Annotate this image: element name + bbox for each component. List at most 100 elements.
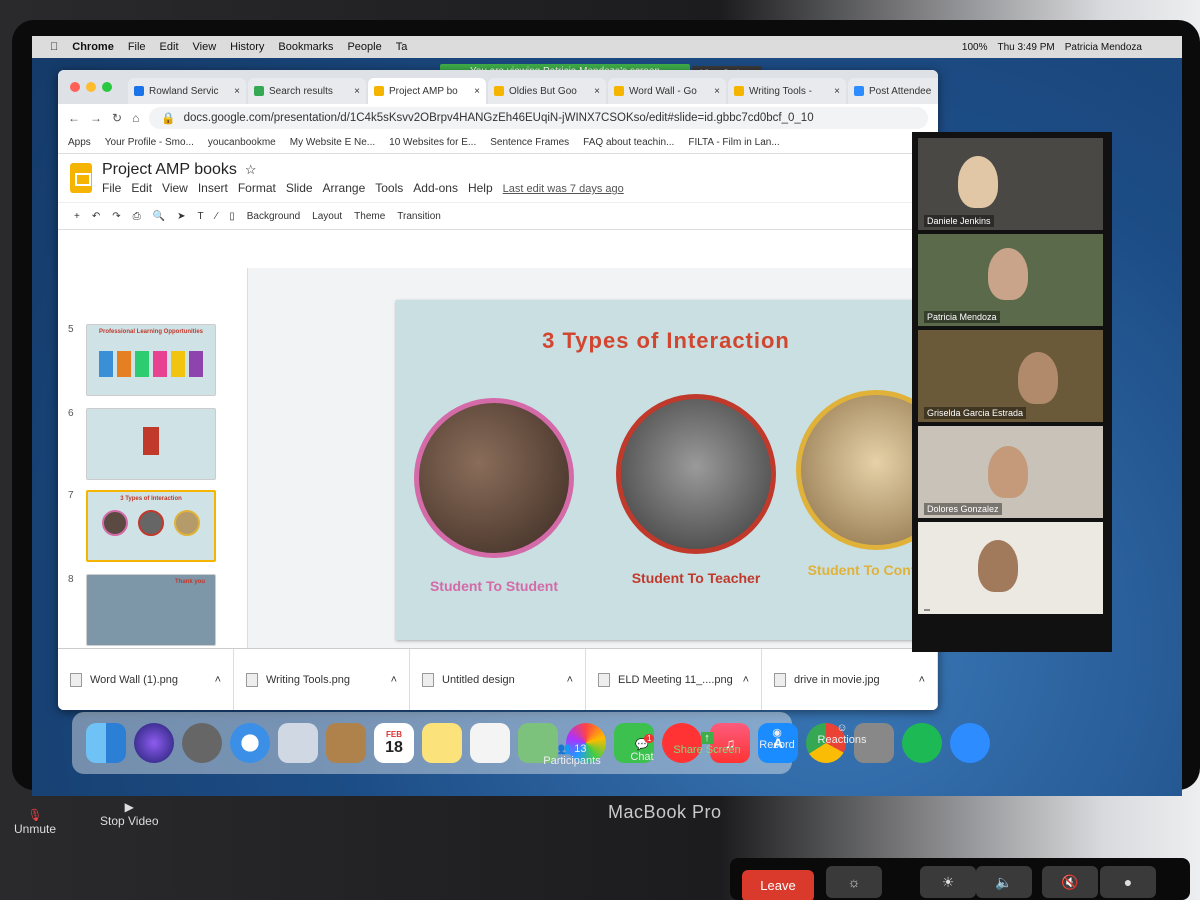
participant-tile[interactable]: Daniele Jenkins	[918, 138, 1103, 230]
menu-format[interactable]: Format	[238, 181, 276, 195]
zoom-icon[interactable]	[950, 723, 990, 763]
undo-icon[interactable]: ↶	[92, 211, 100, 222]
filmstrip-item[interactable]: 8 Thank you	[68, 574, 216, 646]
stop-video-button[interactable]: ▶ Stop Video	[100, 800, 159, 828]
menu-people[interactable]: People	[347, 41, 381, 53]
browser-tab[interactable]: Rowland Servic ×	[128, 78, 246, 104]
menu-arrange[interactable]: Arrange	[323, 181, 366, 195]
close-tab-icon[interactable]: ×	[354, 86, 360, 97]
caption-student-to-teacher[interactable]: Student To Teacher	[616, 570, 776, 586]
current-slide[interactable]: 3 Types of Interaction Student To Studen…	[396, 300, 938, 640]
bookmark-item[interactable]: My Website E Ne...	[290, 137, 375, 148]
safari-icon[interactable]	[230, 723, 270, 763]
menu-help[interactable]: Help	[468, 181, 493, 195]
close-window-icon[interactable]	[70, 82, 80, 92]
menu-view[interactable]: View	[162, 181, 188, 195]
star-icon[interactable]: ☆	[245, 162, 257, 178]
slide-thumbnail-selected[interactable]: 3 Types of Interaction	[86, 490, 216, 562]
menu-history[interactable]: History	[230, 41, 264, 53]
layout-button[interactable]: Layout	[312, 211, 342, 222]
bookmark-item[interactable]: 10 Websites for E...	[389, 137, 476, 148]
chevron-up-icon[interactable]: ˄	[567, 674, 573, 686]
record-button[interactable]: ◉ Record	[747, 726, 807, 751]
download-item[interactable]: ELD Meeting 11_....png ˄	[586, 649, 762, 710]
background-button[interactable]: Background	[247, 211, 300, 222]
forward-icon[interactable]: →	[90, 111, 102, 125]
unmute-button[interactable]: 🎙 Unmute	[14, 808, 56, 836]
chevron-up-icon[interactable]: ˄	[743, 674, 749, 686]
brightness-up-icon[interactable]: ☀	[920, 866, 976, 898]
participant-tile-active[interactable]: Patricia Mendoza	[918, 234, 1103, 326]
menu-edit[interactable]: Edit	[160, 41, 179, 53]
browser-tab[interactable]: Search results ×	[248, 78, 366, 104]
download-item[interactable]: Word Wall (1).png ˄	[58, 649, 234, 710]
photo-student-to-teacher[interactable]	[616, 394, 776, 554]
participant-tile[interactable]	[918, 522, 1103, 614]
close-tab-icon[interactable]: ×	[474, 86, 480, 97]
leave-button[interactable]: Leave	[742, 870, 814, 900]
contacts-icon[interactable]	[326, 723, 366, 763]
menu-edit[interactable]: Edit	[131, 181, 152, 195]
browser-tab[interactable]: Project AMP bo ×	[368, 78, 486, 104]
bookmark-item[interactable]: Apps	[68, 137, 91, 148]
brightness-icon[interactable]: ☼	[826, 866, 882, 898]
chevron-up-icon[interactable]: ˄	[391, 674, 397, 686]
slide-thumbnail[interactable]	[86, 408, 216, 480]
menu-bookmarks[interactable]: Bookmarks	[278, 41, 333, 53]
browser-tab[interactable]: Writing Tools - ×	[728, 78, 846, 104]
maximize-window-icon[interactable]	[102, 82, 112, 92]
print-icon[interactable]: ⎙	[133, 211, 141, 222]
last-edit-link[interactable]: Last edit was 7 days ago	[503, 183, 624, 195]
menu-file[interactable]: File	[102, 181, 121, 195]
participant-tile[interactable]: Dolores Gonzalez	[918, 426, 1103, 518]
browser-tab[interactable]: Post Attendee×	[848, 78, 938, 104]
browser-tab[interactable]: Oldies But Goo ×	[488, 78, 606, 104]
menu-add-ons[interactable]: Add-ons	[413, 181, 458, 195]
bookmark-item[interactable]: Sentence Frames	[490, 137, 569, 148]
add-icon[interactable]: +	[74, 211, 80, 222]
back-icon[interactable]: ←	[68, 111, 80, 125]
comment-icon[interactable]: ▯	[229, 211, 235, 222]
filmstrip-item[interactable]: 5 Professional Learning Opportunities	[68, 324, 216, 396]
url-field[interactable]: 🔒 docs.google.com/presentation/d/1C4k5sK…	[149, 107, 928, 129]
close-tab-icon[interactable]: ×	[834, 86, 840, 97]
close-tab-icon[interactable]: ×	[714, 86, 720, 97]
redo-icon[interactable]: ↷	[112, 211, 120, 222]
volume-icon[interactable]: 🔈	[976, 866, 1032, 898]
browser-tab[interactable]: Word Wall - Go ×	[608, 78, 726, 104]
menu-chrome[interactable]: Chrome	[72, 41, 114, 53]
reload-icon[interactable]: ↻	[112, 111, 122, 125]
menu-slide[interactable]: Slide	[286, 181, 313, 195]
menu-view[interactable]: View	[193, 41, 217, 53]
zoom-icon[interactable]: 🔍	[153, 211, 165, 222]
menu-insert[interactable]: Insert	[198, 181, 228, 195]
theme-button[interactable]: Theme	[354, 211, 385, 222]
menu-file[interactable]: File	[128, 41, 146, 53]
close-tab-icon[interactable]: ×	[234, 86, 240, 97]
bookmark-item[interactable]: FILTA - Film in Lan...	[688, 137, 779, 148]
close-tab-icon[interactable]: ×	[594, 86, 600, 97]
minimize-window-icon[interactable]	[86, 82, 96, 92]
chevron-up-icon[interactable]: ˄	[919, 674, 925, 686]
launchpad-icon[interactable]	[182, 723, 222, 763]
download-item[interactable]: drive in movie.jpg ˄	[762, 649, 938, 710]
notes-icon[interactable]	[422, 723, 462, 763]
select-icon[interactable]: ➤	[177, 211, 185, 222]
photo-student-to-student[interactable]	[414, 398, 574, 558]
transition-button[interactable]: Transition	[397, 211, 441, 222]
bookmark-item[interactable]: youcanbookme	[208, 137, 276, 148]
reactions-button[interactable]: ☺ Reactions	[807, 722, 877, 746]
calendar-icon[interactable]: FEB 18	[374, 723, 414, 763]
download-item[interactable]: Untitled design ˄	[410, 649, 586, 710]
siri-icon[interactable]	[134, 723, 174, 763]
download-item[interactable]: Writing Tools.png ˄	[234, 649, 410, 710]
slide-thumbnail[interactable]: Thank you	[86, 574, 216, 646]
textbox-icon[interactable]: T	[197, 211, 203, 222]
spotify-icon[interactable]	[902, 723, 942, 763]
line-icon[interactable]: ∕	[216, 211, 218, 222]
chevron-up-icon[interactable]: ˄	[215, 674, 221, 686]
home-icon[interactable]: ⌂	[132, 111, 139, 125]
caption-student-to-student[interactable]: Student To Student	[414, 578, 574, 594]
document-title[interactable]: Project AMP books	[102, 161, 237, 179]
siri-key-icon[interactable]: ●	[1100, 866, 1156, 898]
